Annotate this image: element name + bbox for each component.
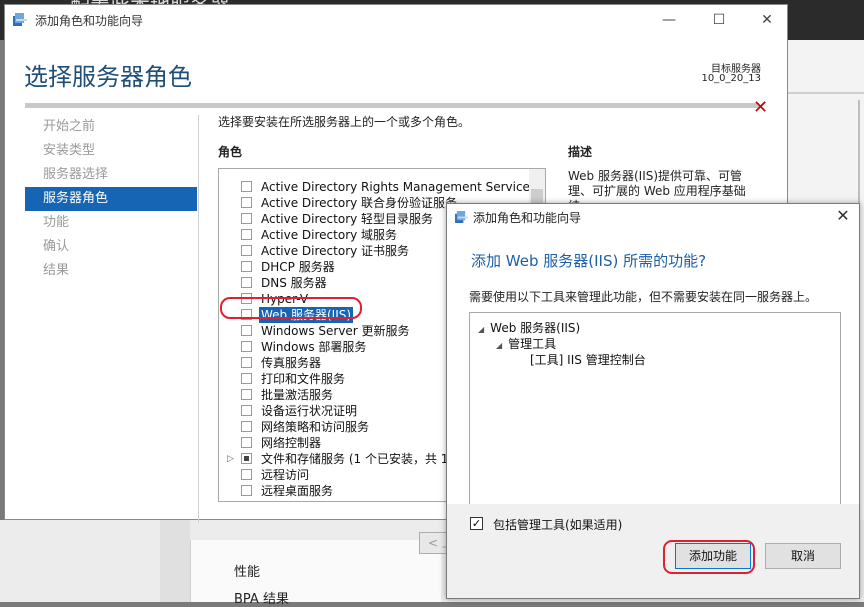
features-tree[interactable]: ◢ Web 服务器(IIS) ◢ 管理工具 [工具] IIS 管理控制台 — [469, 312, 841, 512]
page-title: 选择服务器角色 — [24, 63, 192, 91]
role-checkbox[interactable] — [241, 421, 252, 432]
tree-item-root[interactable]: ◢ Web 服务器(IIS) — [478, 319, 580, 336]
role-label: Active Directory Rights Management Servi… — [261, 180, 537, 194]
role-checkbox[interactable] — [241, 245, 252, 256]
role-checkbox[interactable] — [241, 261, 252, 272]
web-server-highlight — [220, 297, 362, 319]
description-heading: 描述 — [568, 145, 593, 159]
role-checkbox[interactable] — [241, 229, 252, 240]
role-label: Active Directory 轻型目录服务 — [261, 212, 434, 226]
role-label: Windows Server 更新服务 — [261, 324, 410, 338]
role-label: 远程桌面服务 — [261, 484, 334, 498]
maximize-icon[interactable]: ☐ — [705, 9, 733, 31]
role-label: Active Directory 证书服务 — [261, 244, 410, 258]
cancel-button[interactable]: 取消 — [765, 543, 841, 569]
role-checkbox[interactable] — [241, 485, 252, 496]
roles-instruction: 选择要安装在所选服务器上的一个或多个角色。 — [218, 115, 471, 129]
tree-item-label: 管理工具 — [508, 337, 557, 351]
wizard-window-title: 添加角色和功能向导 — [35, 14, 144, 28]
role-label: Windows 部署服务 — [261, 340, 367, 354]
tree-item-iis-console[interactable]: [工具] IIS 管理控制台 — [530, 351, 646, 368]
header-divider — [25, 103, 759, 108]
expand-arrow-icon[interactable]: ◢ — [478, 325, 484, 334]
wizard-titlebar[interactable]: 添加角色和功能向导 — ☐ ✕ — [5, 5, 787, 35]
role-label: DNS 服务器 — [261, 276, 327, 290]
server-manager-icon — [13, 13, 27, 26]
step-results[interactable]: 结果 — [25, 259, 197, 283]
role-checkbox[interactable] — [241, 357, 252, 368]
background-divider — [788, 92, 864, 94]
role-label: 网络控制器 — [261, 436, 322, 450]
role-checkbox[interactable] — [241, 373, 252, 384]
role-item[interactable]: Active Directory Rights Management Servi… — [219, 179, 536, 195]
dialog-description: 需要使用以下工具来管理此功能，但不需要安装在同一服务器上。 — [469, 290, 818, 304]
target-server-value: 10_0_20_13 — [701, 73, 761, 84]
step-before-you-begin[interactable]: 开始之前 — [25, 115, 197, 139]
role-checkbox[interactable] — [241, 341, 252, 352]
tree-item-label: Web 服务器(IIS) — [490, 321, 581, 335]
include-tools-checkbox[interactable]: ✓ — [470, 517, 483, 530]
role-checkbox[interactable] — [241, 389, 252, 400]
add-features-dialog: 添加角色和功能向导 ✕ 添加 Web 服务器(IIS) 所需的功能? 需要使用以… — [446, 203, 860, 599]
dialog-heading: 添加 Web 服务器(IIS) 所需的功能? — [471, 252, 707, 270]
role-label: DHCP 服务器 — [261, 260, 335, 274]
role-checkbox[interactable] — [241, 437, 252, 448]
step-confirmation[interactable]: 确认 — [25, 235, 197, 259]
error-icon[interactable]: ✕ — [753, 97, 768, 118]
background-tile — [190, 540, 441, 602]
background-item-performance[interactable]: 性能 — [234, 561, 260, 580]
minimize-icon[interactable]: — — [655, 9, 683, 31]
tree-item-management-tools[interactable]: ◢ 管理工具 — [496, 335, 556, 352]
step-server-roles[interactable]: 服务器角色 — [25, 187, 197, 211]
role-label: 设备运行状况证明 — [261, 404, 358, 418]
close-icon[interactable]: ✕ — [753, 9, 781, 31]
background-column — [160, 520, 190, 602]
role-checkbox[interactable] — [241, 277, 252, 288]
add-features-highlight — [663, 540, 755, 574]
close-icon[interactable]: ✕ — [833, 206, 853, 225]
include-tools-label[interactable]: 包括管理工具(如果适用) — [493, 516, 622, 533]
step-features[interactable]: 功能 — [25, 211, 197, 235]
nav-divider — [198, 115, 199, 523]
role-label: 打印和文件服务 — [261, 372, 346, 386]
role-label: Active Directory 联合身份验证服务 — [261, 196, 458, 210]
dialog-titlebar[interactable]: 添加角色和功能向导 ✕ — [447, 204, 859, 230]
step-server-selection[interactable]: 服务器选择 — [25, 163, 197, 187]
expand-arrow-icon[interactable]: ▷ — [227, 451, 234, 467]
role-checkbox[interactable] — [241, 469, 252, 480]
role-label: 批量激活服务 — [261, 388, 334, 402]
step-installation-type[interactable]: 安装类型 — [25, 139, 197, 163]
role-label: 网络策略和访问服务 — [261, 420, 370, 434]
role-checkbox[interactable] — [241, 213, 252, 224]
role-checkbox[interactable] — [241, 197, 252, 208]
role-checkbox[interactable] — [241, 453, 252, 464]
role-checkbox[interactable] — [241, 405, 252, 416]
role-label: Active Directory 域服务 — [261, 228, 398, 242]
role-label: 文件和存储服务 (1 个已安装，共 12 — [261, 452, 457, 466]
role-label: 传真服务器 — [261, 356, 322, 370]
roles-heading: 角色 — [218, 145, 243, 159]
dialog-title: 添加角色和功能向导 — [473, 211, 582, 225]
role-checkbox[interactable] — [241, 181, 252, 192]
role-checkbox[interactable] — [241, 325, 252, 336]
expand-arrow-icon[interactable]: ◢ — [496, 341, 502, 350]
server-manager-icon — [455, 211, 468, 223]
background-item-bpa[interactable]: BPA 结果 — [234, 588, 289, 607]
wizard-steps-nav: 开始之前 安装类型 服务器选择 服务器角色 功能 确认 结果 — [25, 115, 197, 283]
role-label: 远程访问 — [261, 468, 310, 482]
